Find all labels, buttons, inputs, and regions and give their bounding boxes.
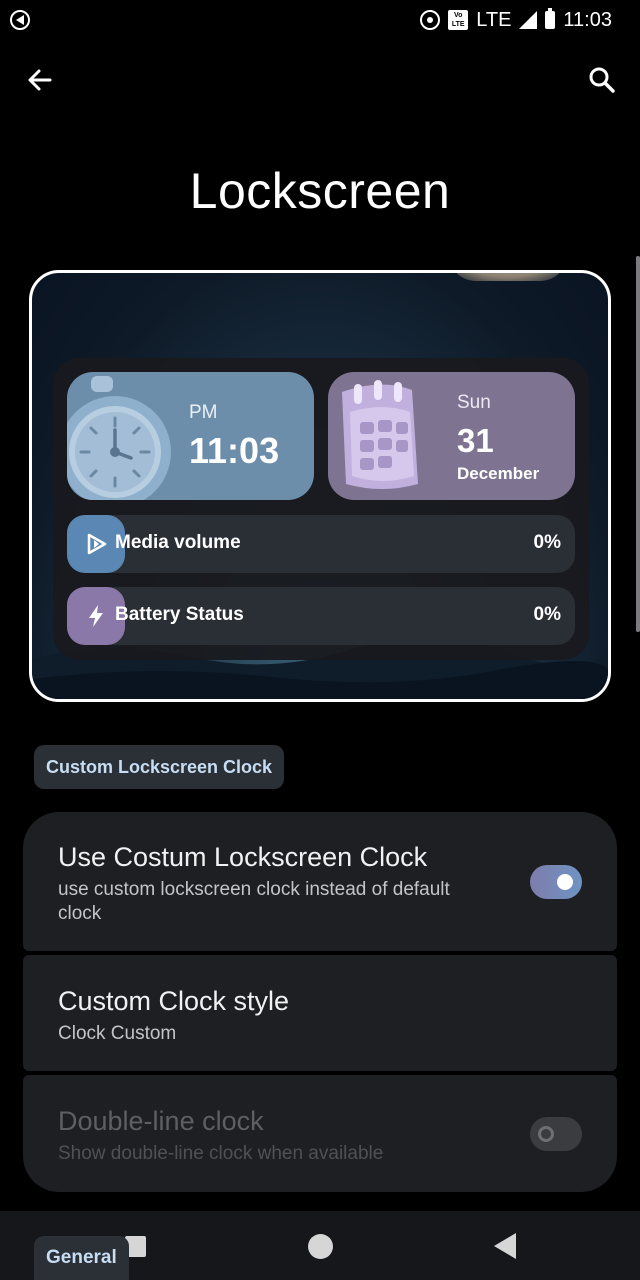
toggle-knob [557,874,573,890]
scrollbar[interactable] [636,256,640,632]
setting-use-custom-clock[interactable]: Use Costum Lockscreen Clock use custom l… [23,812,617,951]
volte-icon: Vo LTE [448,10,469,30]
home-button[interactable] [308,1234,333,1259]
battery-icon [545,8,556,29]
stopwatch-icon [67,376,171,500]
battery-status-row[interactable]: Battery Status 0% [67,587,575,645]
search-icon [589,67,615,93]
nav-back-button[interactable] [494,1233,516,1259]
search-button[interactable] [584,62,620,98]
status-bar: Vo LTE LTE 11:03 [0,0,640,40]
date-month: December [457,464,540,483]
page-title: Lockscreen [189,163,451,219]
double-line-toggle[interactable] [530,1117,582,1151]
hotspot-icon [420,10,441,30]
media-volume-row[interactable]: Media volume 0% [67,515,575,573]
notification-app-icon [10,10,30,30]
back-button[interactable] [22,62,58,98]
status-time: 11:03 [563,8,612,31]
lockscreen-preview: PM 11:03 Sun 31 December Media volume 0%… [29,270,611,702]
network-type: LTE [476,8,512,31]
arrow-left-icon [28,69,52,91]
top-app-bar [0,56,640,106]
setting-subtitle: use custom lockscreen clock instead of d… [58,879,450,924]
section-header: Custom Lockscreen Clock [34,745,285,789]
clock-ampm: PM [189,402,218,423]
setting-double-line-clock[interactable]: Double-line clock Show double-line clock… [23,1075,617,1192]
widget-panel: PM 11:03 Sun 31 December Media volume 0%… [53,358,589,660]
setting-title: Double-line clock [58,1106,264,1136]
date-number: 31 [457,422,494,459]
custom-clock-toggle[interactable] [530,865,582,899]
media-volume-value: 0% [533,532,561,553]
moon-decoration [448,273,568,281]
calendar-icon [342,380,418,489]
general-section-header: General [34,1236,129,1280]
toggle-knob [538,1126,554,1142]
clock-widget[interactable]: PM 11:03 [67,372,314,500]
battery-status-value: 0% [533,604,561,625]
setting-custom-clock-style[interactable]: Custom Clock style Clock Custom [23,955,617,1071]
date-day: Sun [457,392,491,413]
clock-time: 11:03 [189,430,280,471]
status-icons: Vo LTE LTE 11:03 [420,8,612,32]
setting-subtitle: Clock Custom [58,1023,177,1044]
setting-subtitle: Show double-line clock when available [58,1143,384,1164]
battery-status-label: Battery Status [115,604,244,625]
signal-icon [519,11,538,29]
setting-title: Custom Clock style [58,986,290,1016]
date-widget[interactable]: Sun 31 December [328,372,575,500]
media-volume-label: Media volume [115,532,241,553]
setting-title: Use Costum Lockscreen Clock [58,842,428,872]
